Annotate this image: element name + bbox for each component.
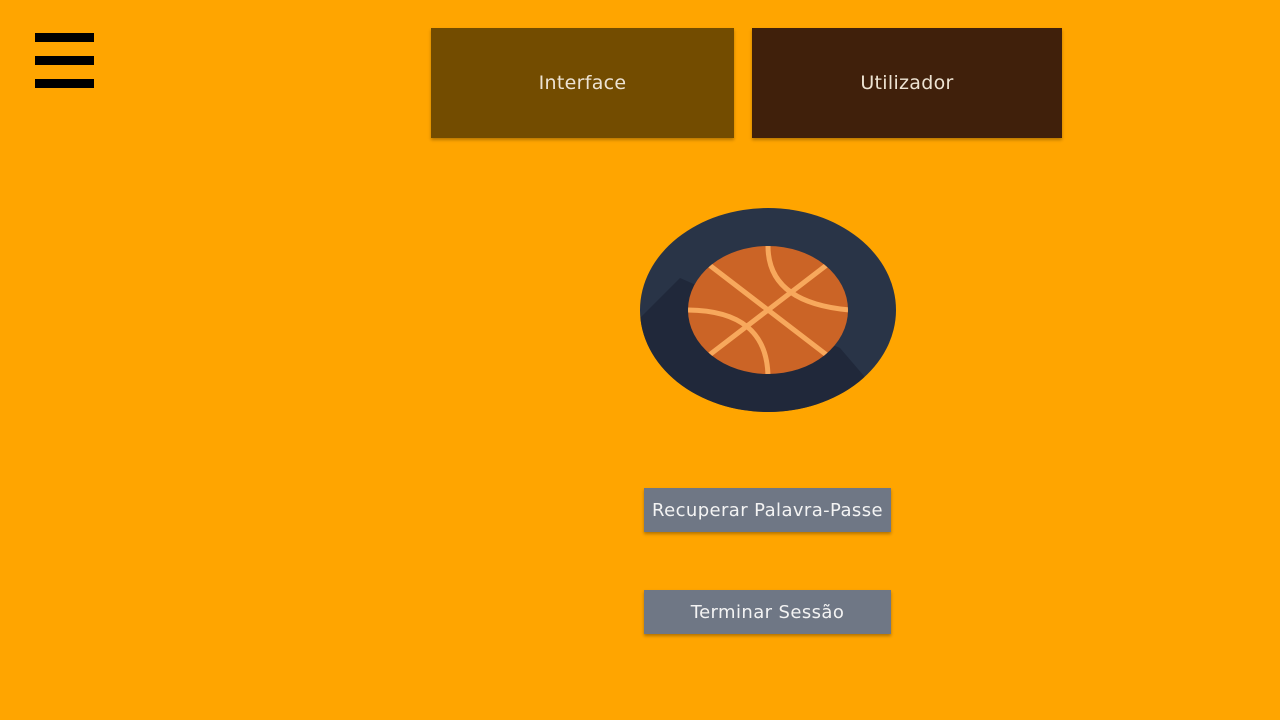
app-screen: Interface Utilizador Recuperar Palavra-P…: [0, 0, 1280, 720]
recover-password-label: Recuperar Palavra-Passe: [652, 499, 883, 521]
tab-interface-label: Interface: [538, 72, 627, 94]
menu-bar-bottom: [35, 79, 94, 88]
menu-bar-top: [35, 33, 94, 42]
hamburger-menu-icon[interactable]: [35, 33, 94, 88]
logout-button[interactable]: Terminar Sessão: [644, 590, 891, 634]
tab-interface[interactable]: Interface: [431, 28, 734, 138]
menu-bar-middle: [35, 56, 94, 65]
tab-utilizador-label: Utilizador: [860, 72, 954, 94]
logout-label: Terminar Sessão: [690, 601, 845, 623]
basketball-icon: [640, 208, 896, 412]
tab-utilizador[interactable]: Utilizador: [752, 28, 1062, 138]
recover-password-button[interactable]: Recuperar Palavra-Passe: [644, 488, 891, 532]
